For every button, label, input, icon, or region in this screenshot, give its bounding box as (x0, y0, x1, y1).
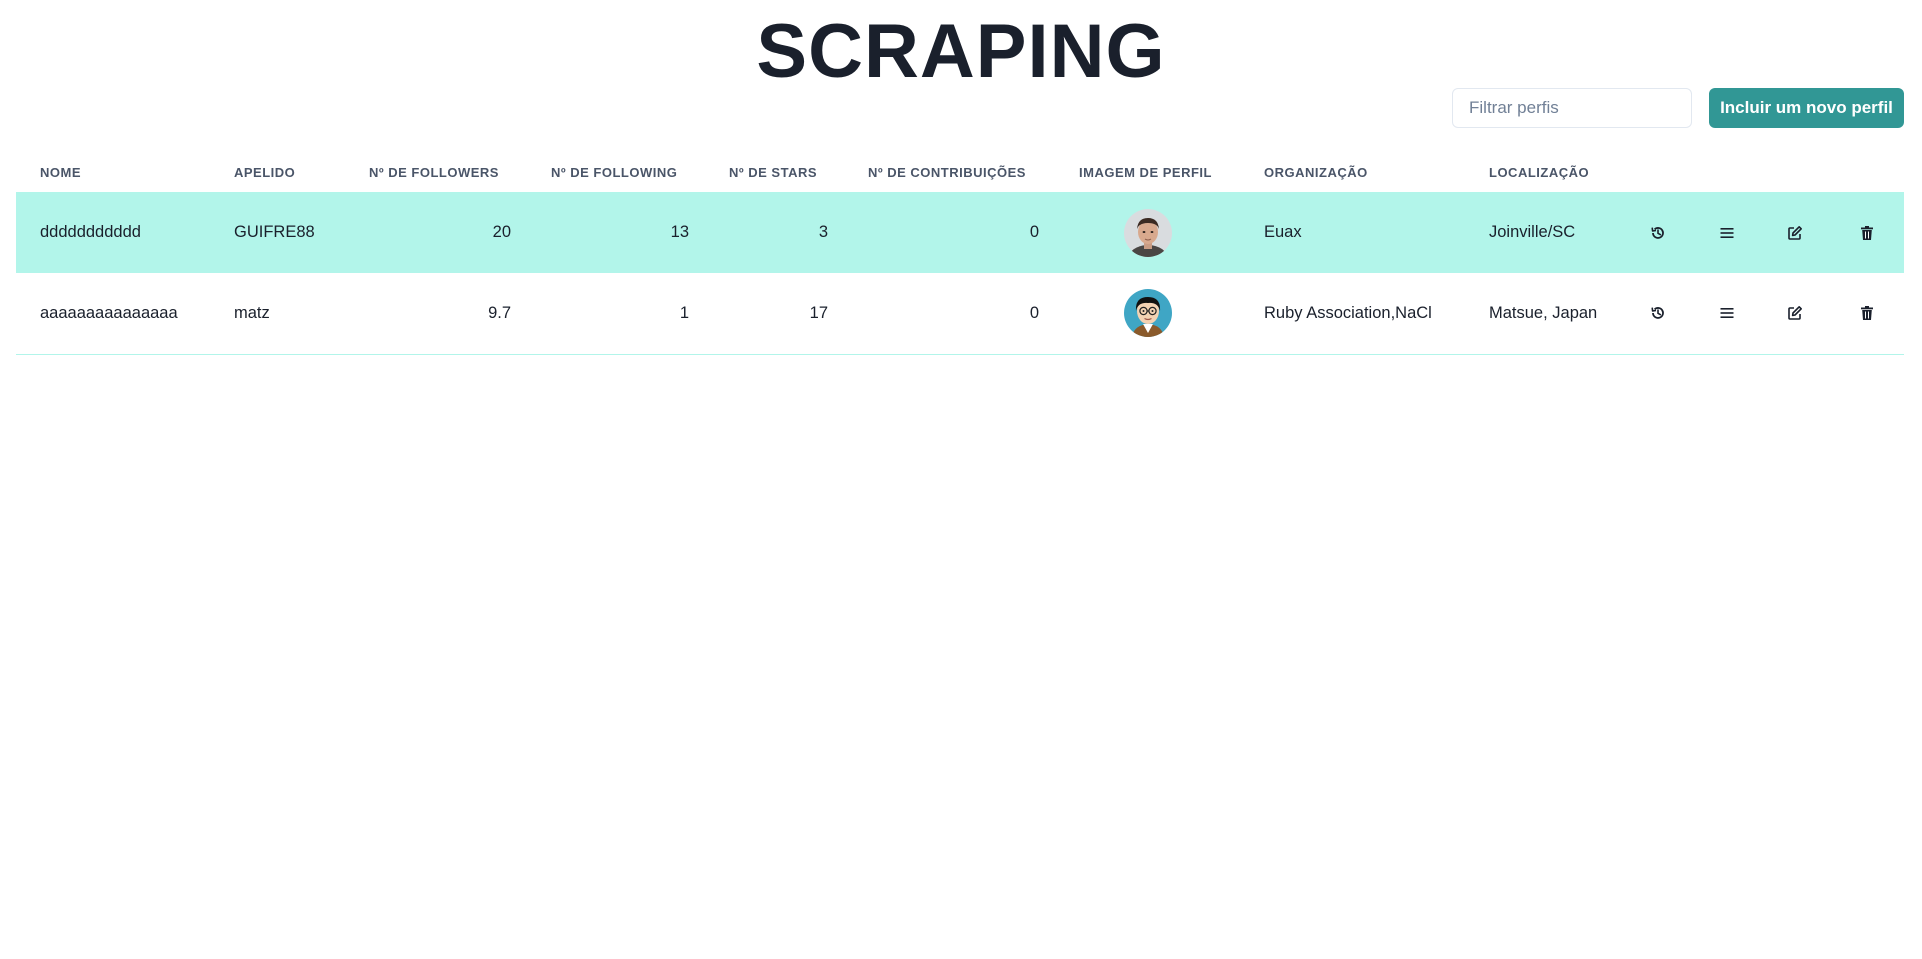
cell-organizacao: Euax (1264, 223, 1302, 241)
history-icon (1651, 226, 1664, 239)
page-title: SCRAPING (756, 9, 1166, 94)
details-button[interactable] (1709, 215, 1745, 251)
cell-localizacao: Matsue, Japan (1465, 273, 1623, 355)
details-button[interactable] (1709, 295, 1745, 331)
cell-stars: 17 (705, 273, 844, 355)
column-header-following: Nº de Following (551, 164, 678, 180)
edit-icon (1788, 225, 1802, 240)
avatar (1123, 289, 1172, 338)
menu-icon (1720, 227, 1734, 238)
cell-apelido: GUIFRE88 (234, 223, 315, 241)
column-header-followers: Nº de Followers (369, 164, 499, 180)
cell-stars: 3 (818, 223, 828, 241)
delete-button[interactable] (1849, 295, 1885, 331)
cell-organizacao: Ruby Association,NaCl (1240, 273, 1465, 355)
cell-imagem (1055, 273, 1240, 355)
cell-contribuicoes: 0 (1029, 223, 1039, 241)
profiles-table: Nome Apelido Nº de Followers Nº de Follo… (16, 152, 1904, 355)
cell-contribuicoes: 0 (844, 273, 1055, 355)
column-header-nome: Nome (40, 164, 81, 180)
edit-button[interactable] (1777, 215, 1813, 251)
add-profile-button[interactable]: Incluir um novo perfil (1709, 88, 1904, 128)
edit-icon (1788, 306, 1802, 321)
cell-nome: aaaaaaaaaaaaaaa (16, 273, 210, 355)
menu-icon (1720, 308, 1734, 319)
cell-followers: 9.7 (345, 273, 527, 355)
table-row[interactable]: ddddddddddd GUIFRE88 20 13 3 0 Euax Join… (16, 192, 1904, 273)
cell-localizacao: Joinville/SC (1489, 223, 1576, 241)
cell-nome: ddddddddddd (40, 223, 141, 241)
cell-apelido: matz (210, 273, 345, 355)
column-header-organizacao: Organização (1264, 164, 1368, 180)
trash-icon (1860, 306, 1873, 321)
cell-imagem (1055, 192, 1240, 273)
column-header-action (1829, 152, 1904, 192)
cell-following: 1 (527, 273, 705, 355)
trash-icon (1860, 225, 1873, 240)
history-button[interactable] (1640, 215, 1676, 251)
cell-following: 13 (670, 223, 689, 241)
column-header-action (1761, 152, 1829, 192)
filter-input[interactable] (1452, 88, 1692, 128)
column-header-action (1693, 152, 1761, 192)
column-header-contribuicoes: Nº de Contribuições (868, 164, 1026, 180)
table-row[interactable]: aaaaaaaaaaaaaaa matz 9.7 1 17 0 Ruby Ass… (16, 273, 1904, 355)
history-button[interactable] (1640, 295, 1676, 331)
column-header-apelido: Apelido (234, 164, 296, 180)
delete-button[interactable] (1849, 215, 1885, 251)
cell-followers: 20 (492, 223, 511, 241)
history-icon (1651, 307, 1664, 320)
edit-button[interactable] (1777, 295, 1813, 331)
table-header-row: Nome Apelido Nº de Followers Nº de Follo… (16, 152, 1904, 192)
avatar (1123, 208, 1172, 257)
column-header-stars: Nº de Stars (729, 164, 818, 180)
column-header-action (1623, 152, 1693, 192)
column-header-imagem: Imagem de Perfil (1079, 164, 1212, 180)
column-header-localizacao: Localização (1489, 164, 1590, 180)
